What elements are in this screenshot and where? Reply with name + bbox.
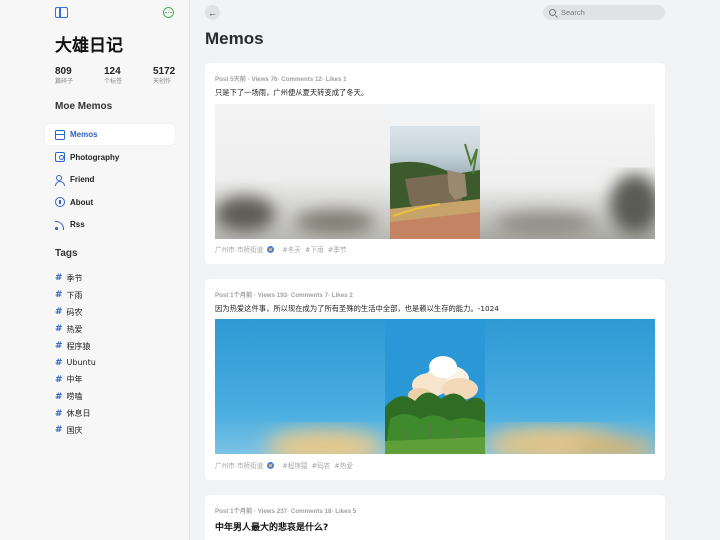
- post-photo[interactable]: [215, 319, 655, 454]
- tag-item[interactable]: # Ubuntu: [55, 354, 96, 371]
- hash-icon: #: [55, 341, 63, 351]
- nav-label: Friend: [70, 175, 95, 184]
- hash-icon: #: [55, 408, 63, 419]
- photography-icon: [55, 152, 65, 162]
- about-icon: [55, 197, 65, 207]
- memo-card: Post 1个月前 · Views 193· Comments 7· Likes…: [205, 279, 665, 480]
- stat-label: 篇碎子: [55, 78, 74, 85]
- tags-title: Tags: [55, 248, 78, 259]
- post-tag[interactable]: #码农: [312, 460, 331, 470]
- more-options-icon[interactable]: [163, 7, 174, 18]
- memo-card: Post 1个月前 · Views 237· Comments 18· Like…: [205, 495, 665, 540]
- stat-value: 5172: [153, 66, 176, 77]
- friend-icon: [55, 174, 65, 186]
- nav-item-about[interactable]: About: [45, 192, 175, 213]
- memos-icon: [55, 129, 65, 140]
- location-text: 广州市·市桥街道: [215, 462, 264, 470]
- nav-item-memos[interactable]: Memos: [45, 124, 175, 145]
- hash-icon: #: [55, 324, 63, 335]
- rss-icon: [55, 220, 65, 230]
- arrow-left-icon: ←: [208, 7, 217, 18]
- tag-label: Ubuntu: [66, 358, 96, 368]
- tag-item[interactable]: # 热爱: [55, 321, 96, 338]
- sidebar-toggle-icon[interactable]: [55, 7, 68, 18]
- stat-days: 5172 天创作: [153, 66, 202, 86]
- post-photo[interactable]: [215, 104, 655, 239]
- tag-label: 唠嗑: [66, 392, 83, 402]
- search-box[interactable]: [543, 5, 665, 20]
- tag-label: 下雨: [66, 290, 83, 300]
- tag-list: # 季节 # 下雨 # 码农 # 热爱 # 程序猿 # Ubuntu # 中年 # 唠嗑 # 休息…: [55, 270, 96, 439]
- post-heading: 中年男人最大的悲哀是什么?: [215, 523, 329, 533]
- back-button[interactable]: ←: [205, 5, 220, 20]
- stat-label: 天创作: [153, 78, 172, 85]
- hash-icon: #: [55, 273, 63, 284]
- post-footer: 广州市·市桥街道 #程序猿 #码农 #热爱: [215, 460, 353, 470]
- tag-label: 热爱: [66, 324, 83, 334]
- stat-value: 809: [55, 66, 72, 77]
- sidebar: 大雄日记 809 篇碎子 124 个标签 5172 天创作 Moe Memos …: [0, 0, 190, 540]
- tag-label: 码农: [66, 307, 83, 317]
- post-tag[interactable]: #冬天: [282, 244, 301, 254]
- stat-label: 个标签: [104, 78, 123, 85]
- post-meta: Post 1个月前 · Views 193· Comments 7· Likes…: [215, 292, 353, 299]
- page-title: Memos: [205, 29, 264, 48]
- tag-item[interactable]: # 休息日: [55, 405, 96, 422]
- location-pin-icon: [267, 245, 275, 253]
- post-tag[interactable]: #热爱: [334, 460, 353, 470]
- post-meta: Post 1个月前 · Views 237· Comments 18· Like…: [215, 508, 357, 515]
- location-pin-icon: [267, 461, 275, 469]
- search-icon: [549, 9, 556, 16]
- app-name: Moe Memos: [55, 101, 113, 112]
- hash-icon: #: [55, 357, 63, 368]
- tag-item[interactable]: # 码农: [55, 304, 96, 321]
- tag-item[interactable]: # 季节: [55, 270, 96, 287]
- photo-rain-street: [215, 104, 655, 239]
- post-footer: 广州市·市桥街道 #冬天 #下雨 #季节: [215, 244, 346, 254]
- tag-label: 中年: [66, 375, 83, 385]
- stat-value: 124: [104, 66, 121, 77]
- hash-icon: #: [55, 374, 63, 385]
- tag-item[interactable]: # 中年: [55, 371, 96, 388]
- nav-item-rss[interactable]: Rss: [45, 214, 175, 235]
- post-tag[interactable]: #下雨: [305, 244, 324, 254]
- hash-icon: #: [55, 290, 63, 301]
- nav-label: Rss: [70, 220, 85, 229]
- stats: 809 篇碎子 124 个标签 5172 天创作: [55, 66, 202, 86]
- nav-label: About: [70, 197, 94, 207]
- memo-card: Post 5天前 · Views 76· Comments 12· Likes …: [205, 63, 665, 264]
- tag-label: 国庆: [66, 425, 83, 435]
- search-input[interactable]: [561, 8, 656, 17]
- tag-item[interactable]: # 程序猿: [55, 338, 96, 355]
- tag-label: 程序猿: [66, 341, 91, 351]
- tag-item[interactable]: # 下雨: [55, 287, 96, 304]
- post-text: 只是下了一场雨，广州便从夏天转变成了冬天。: [215, 88, 369, 97]
- post-tag[interactable]: #季节: [328, 244, 347, 254]
- post-text: 因为热爱这件事，所以现在成为了所有圣殊的生活中全部，也是赖以生存的能力。-102…: [215, 304, 499, 313]
- nav-label: Memos: [70, 130, 98, 139]
- nav-label: Photography: [70, 152, 120, 162]
- stat-tags: 124 个标签: [104, 66, 153, 86]
- location-text: 广州市·市桥街道: [215, 246, 264, 254]
- tag-item[interactable]: # 唠嗑: [55, 388, 96, 405]
- nav-item-friend[interactable]: Friend: [45, 169, 175, 190]
- nav-item-photography[interactable]: Photography: [45, 147, 175, 168]
- post-tag[interactable]: #程序猿: [282, 460, 307, 470]
- tag-item[interactable]: # 国庆: [55, 422, 96, 439]
- hash-icon: #: [55, 307, 63, 318]
- tag-label: 休息日: [66, 409, 91, 419]
- site-title: 大雄日记: [55, 36, 123, 56]
- hash-icon: #: [55, 425, 63, 436]
- hash-icon: #: [55, 391, 63, 402]
- sidebar-nav: Memos Photography Friend About Rss: [45, 124, 175, 237]
- post-meta: Post 5天前 · Views 76· Comments 12· Likes …: [215, 76, 347, 83]
- tag-label: 季节: [66, 273, 83, 283]
- stat-posts: 809 篇碎子: [55, 66, 104, 86]
- photo-clouds-trees: [215, 319, 655, 454]
